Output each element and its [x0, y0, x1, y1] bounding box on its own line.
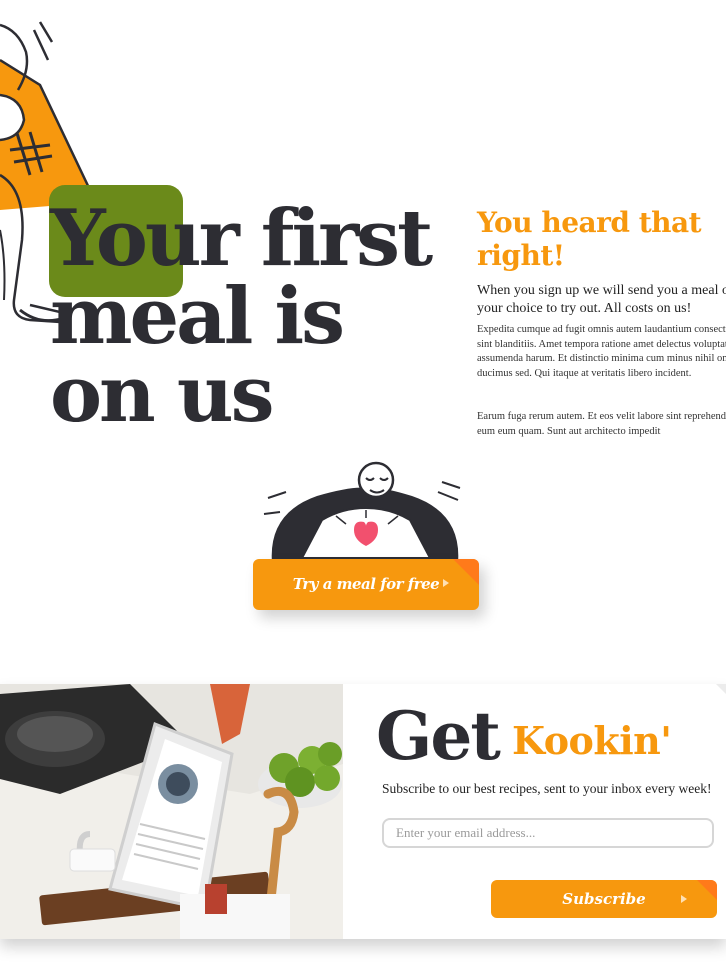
- email-input[interactable]: [382, 818, 714, 848]
- hero-body-paragraph-2: Earum fuga rerum autem. Et eos velit lab…: [477, 411, 726, 437]
- tablet-recipe-photo: [0, 684, 343, 939]
- corner-fold-icon: [697, 880, 717, 900]
- hero-subhead: You heard that right!: [477, 206, 702, 272]
- subscribe-description: Subscribe to our best recipes, sent to y…: [382, 781, 712, 796]
- corner-fold-icon: [453, 559, 479, 585]
- heart-person-illustration: [262, 458, 472, 568]
- play-arrow-icon: [443, 579, 449, 587]
- subscribe-title-get: Get: [376, 697, 501, 775]
- hero-body-paragraph-1: Expedita cumque ad fugit omnis autem lau…: [477, 324, 726, 379]
- subscribe-title-kookin: Kookin': [512, 718, 672, 763]
- headline-line-2: meal is: [50, 271, 345, 362]
- play-arrow-icon: [681, 895, 687, 903]
- try-meal-button[interactable]: Try a meal for free: [253, 559, 479, 610]
- headline-line-1: Your first: [50, 193, 433, 284]
- subscribe-button[interactable]: Subscribe: [491, 880, 717, 918]
- card-corner-fold: [716, 684, 726, 694]
- hero-intro-text: When you sign up we will send you a meal…: [477, 283, 726, 316]
- headline-line-3: on us: [50, 349, 275, 440]
- hero-headline: Your first meal is on us: [50, 200, 450, 434]
